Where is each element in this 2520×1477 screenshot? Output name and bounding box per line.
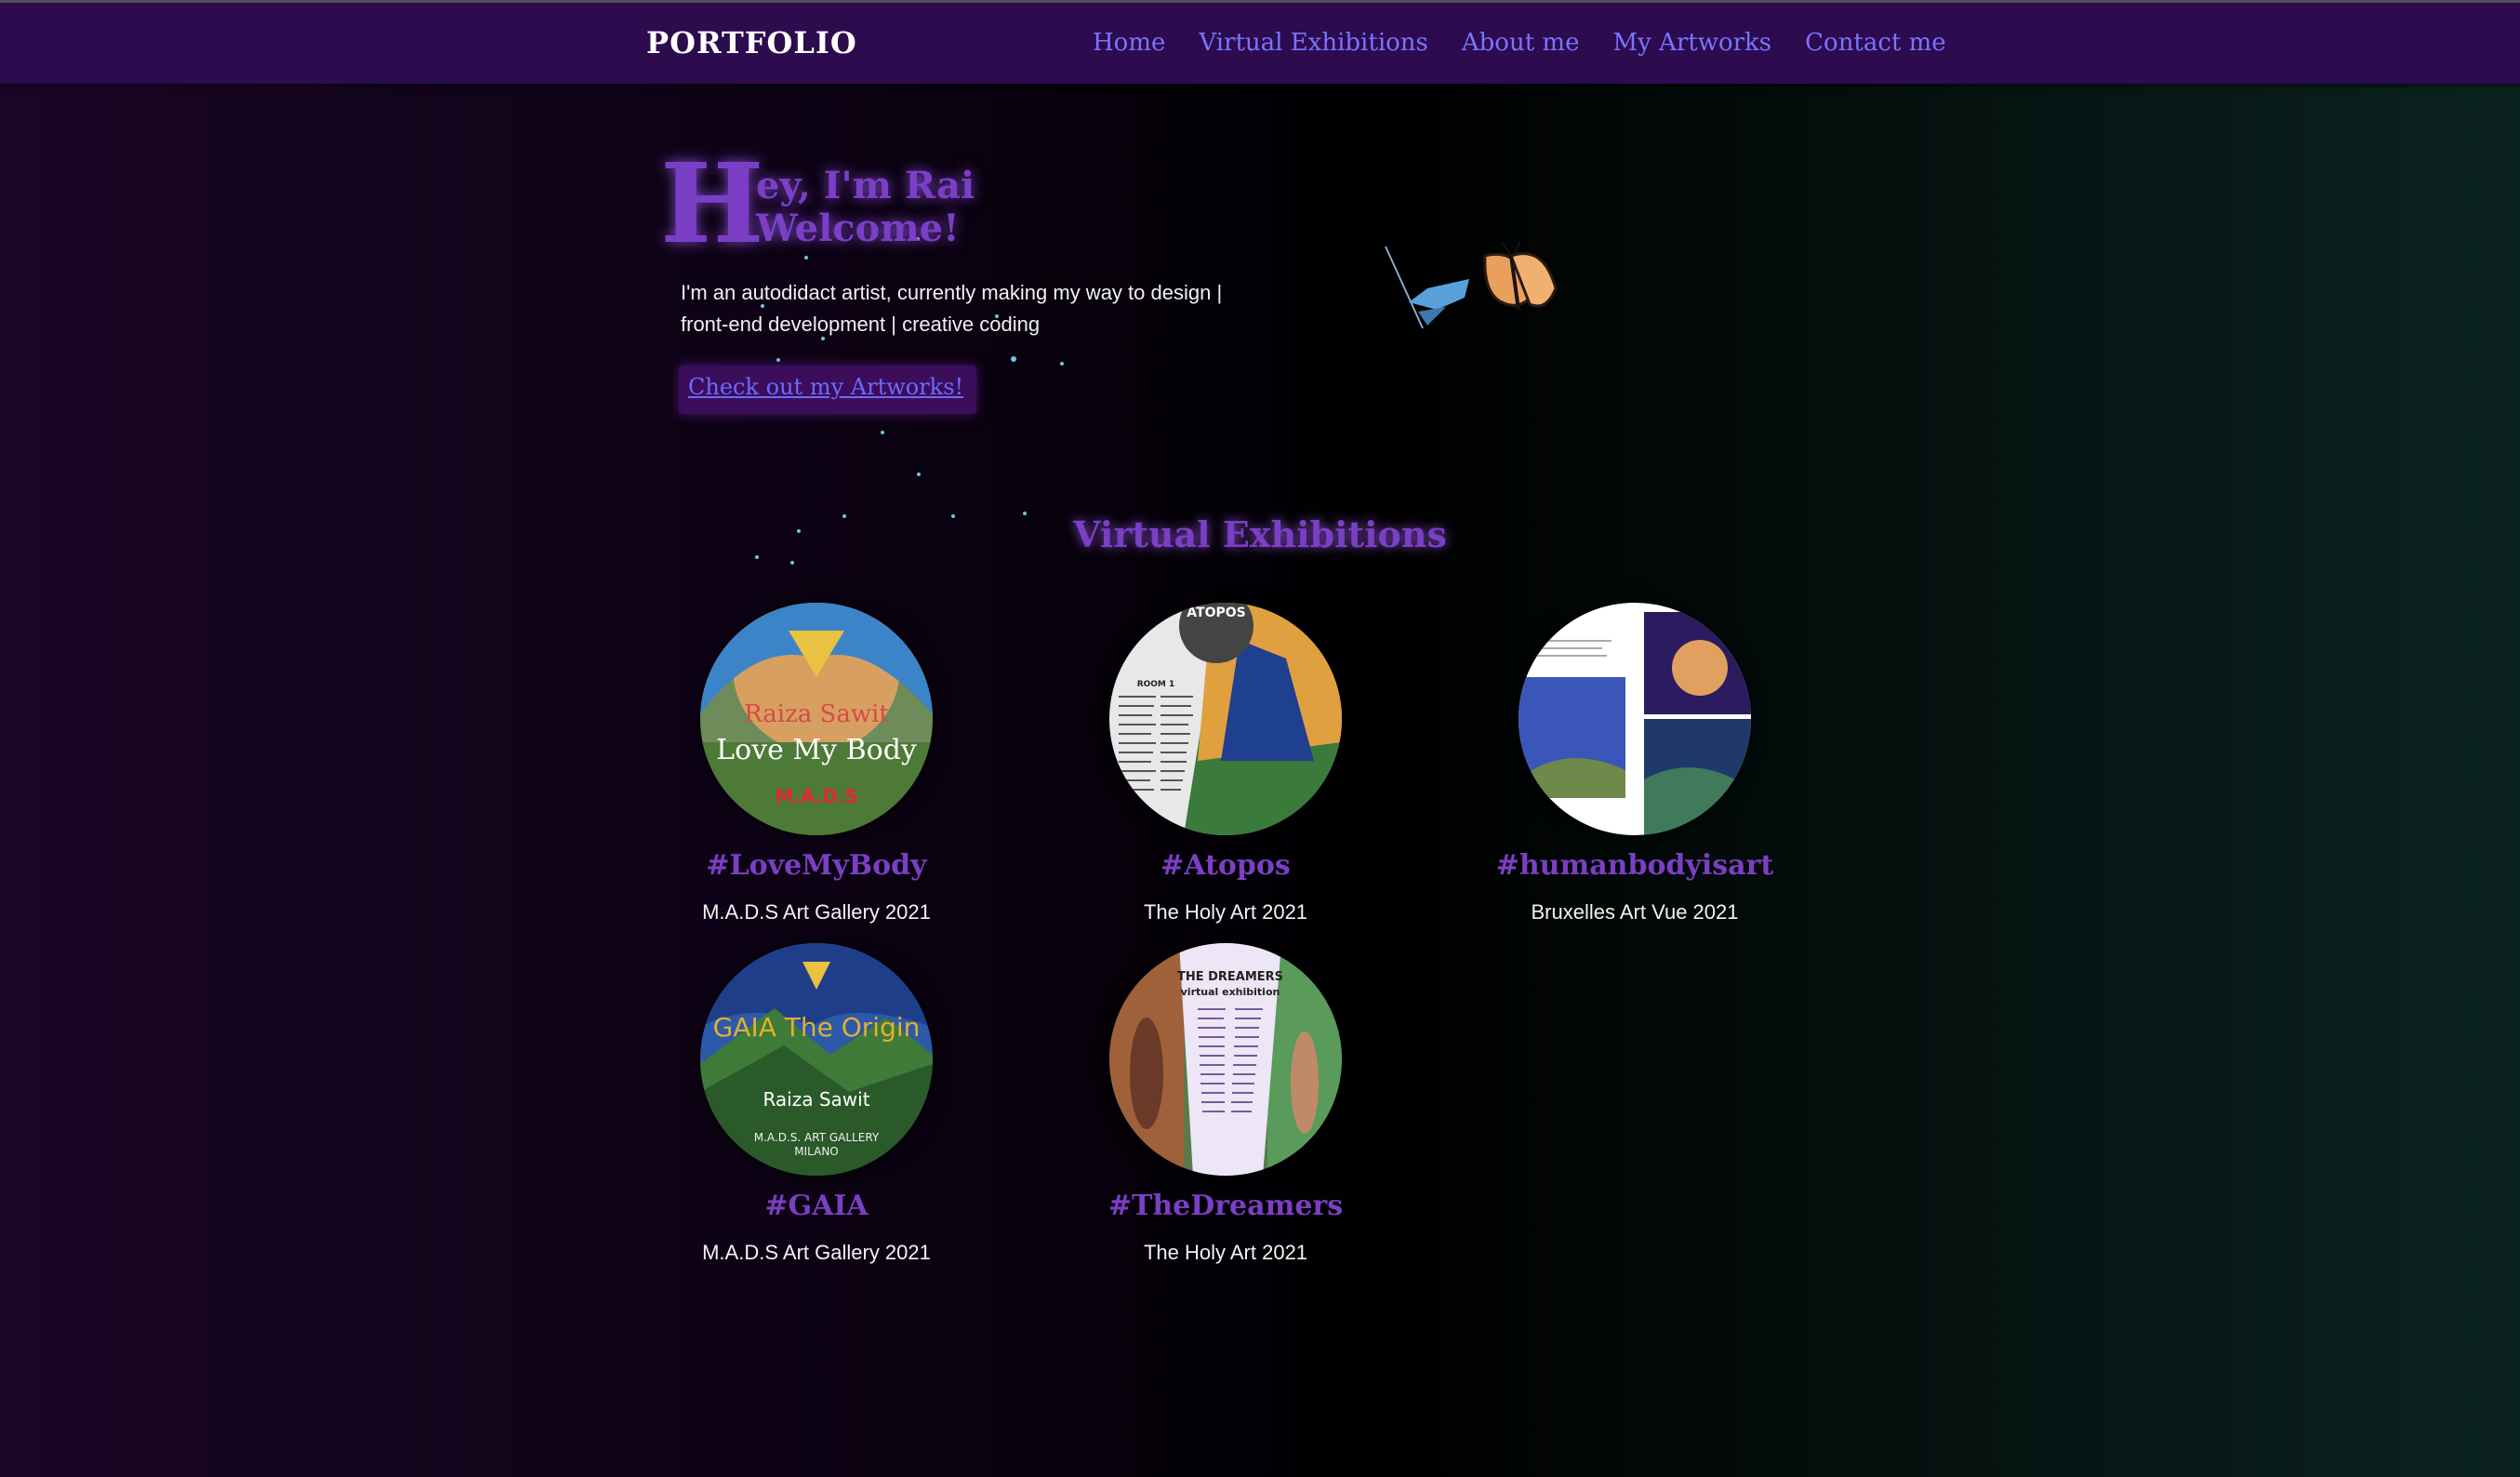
- thumb-text-gallery: M.A.D.S. ART GALLERY: [754, 1131, 880, 1144]
- exhibition-card[interactable]: GAIA The Origin Raiza Sawit M.A.D.S. ART…: [677, 943, 1086, 1278]
- thumb-text-title: Love My Body: [716, 734, 917, 766]
- hero-description: I'm an autodidact artist, currently maki…: [681, 281, 1223, 336]
- thumb-text-artist: Raiza Sawit: [744, 700, 889, 728]
- thumb-text-artist: Raiza Sawit: [763, 1088, 869, 1111]
- nav-links: Home Virtual Exhibitions About me My Art…: [1093, 29, 1980, 57]
- exhibition-venue: The Holy Art 2021: [1143, 1241, 1308, 1264]
- thumb-text-gallery: M.A.D.S: [775, 785, 858, 807]
- hero-initial: H: [660, 139, 764, 268]
- exhibition-venue: Bruxelles Art Vue 2021: [1531, 900, 1739, 924]
- thumb-text-title: GAIA The Origin: [713, 1012, 921, 1043]
- exhibition-card[interactable]: #humanbodyisart Bruxelles Art Vue 2021: [1495, 603, 1904, 938]
- exhibition-venue: M.A.D.S Art Gallery 2021: [702, 1241, 931, 1264]
- hero-greeting: ey, I'm Rai: [756, 164, 975, 207]
- thumb-text-atopos: ATOPOS: [1187, 605, 1245, 620]
- exhibition-tag[interactable]: #humanbodyisart: [1495, 849, 1774, 882]
- exhibition-thumbnail[interactable]: THE DREAMERS virtual exhibition: [1109, 943, 1342, 1176]
- nav-home[interactable]: Home: [1093, 29, 1165, 57]
- nav-my-artworks[interactable]: My Artworks: [1612, 29, 1771, 57]
- nav-about-me[interactable]: About me: [1462, 29, 1580, 57]
- exhibition-card[interactable]: THE DREAMERS virtual exhibition #TheDrea…: [1086, 943, 1495, 1278]
- exhibition-tag[interactable]: #LoveMyBody: [677, 849, 956, 882]
- thumb-text-room: ROOM 1: [1137, 680, 1175, 689]
- exhibition-card[interactable]: ATOPOS ROOM 1 #Atopos The Holy Art 2021: [1086, 603, 1495, 938]
- cta-label: Check out my Artworks!: [688, 374, 964, 400]
- exhibition-thumbnail[interactable]: ATOPOS ROOM 1: [1109, 603, 1342, 835]
- artworks-cta-button[interactable]: Check out my Artworks!: [679, 366, 976, 414]
- exhibition-card[interactable]: Raiza Sawit Love My Body M.A.D.S #LoveMy…: [677, 603, 1086, 938]
- nav-virtual-exhibitions[interactable]: Virtual Exhibitions: [1199, 29, 1428, 57]
- exhibition-tag[interactable]: #Atopos: [1086, 849, 1365, 882]
- nav-contact-me[interactable]: Contact me: [1805, 29, 1946, 57]
- exhibition-venue: The Holy Art 2021: [1143, 900, 1308, 924]
- exhibition-tag[interactable]: #TheDreamers: [1086, 1190, 1365, 1222]
- thumb-text-subtitle: virtual exhibition: [1181, 986, 1280, 998]
- exhibition-venue: M.A.D.S Art Gallery 2021: [702, 900, 931, 924]
- navbar: PORTFOLIO Home Virtual Exhibitions About…: [0, 0, 2520, 84]
- exhibition-thumbnail[interactable]: GAIA The Origin Raiza Sawit M.A.D.S. ART…: [700, 943, 933, 1176]
- thumb-text-title: THE DREAMERS: [1177, 970, 1283, 984]
- exhibition-thumbnail[interactable]: Raiza Sawit Love My Body M.A.D.S: [700, 603, 933, 835]
- exhibition-thumbnail[interactable]: [1519, 603, 1751, 835]
- exhibition-tag[interactable]: #GAIA: [677, 1190, 956, 1222]
- exhibitions-section-title: Virtual Exhibitions: [1073, 513, 1447, 555]
- brand-logo[interactable]: PORTFOLIO: [646, 25, 857, 60]
- hero-welcome: Welcome!: [756, 206, 960, 250]
- thumb-text-city: MILANO: [794, 1145, 838, 1158]
- butterflies-illustration: [1381, 237, 1558, 335]
